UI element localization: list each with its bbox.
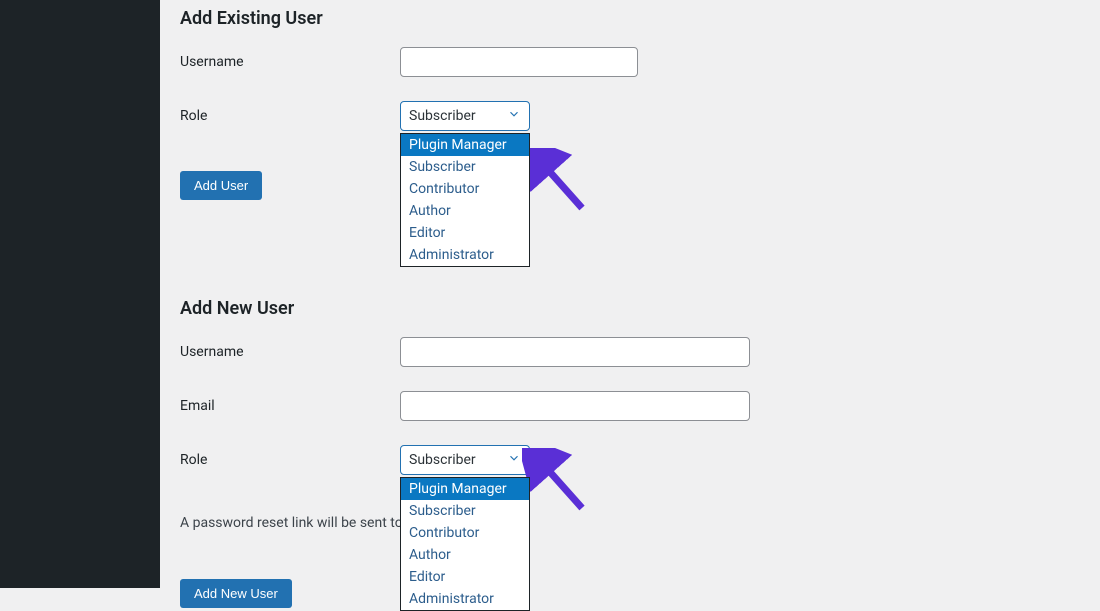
row-existing-username: Username: [180, 47, 1080, 77]
label-new-role: Role: [180, 452, 400, 468]
input-new-username[interactable]: [400, 337, 750, 367]
select-existing-role-wrap: Subscriber Plugin Manager Subscriber Con…: [400, 101, 530, 131]
label-new-email: Email: [180, 398, 400, 414]
select-new-role-wrap: Subscriber Plugin Manager Subscriber Con…: [400, 445, 530, 475]
row-new-email: Email: [180, 391, 1080, 421]
add-new-user-section: Add New User Username Email Role Subscri…: [180, 298, 1080, 608]
label-existing-username: Username: [180, 54, 400, 70]
chevron-down-icon: [507, 107, 521, 125]
password-reset-note: A password reset link will be sent to: [180, 515, 1080, 531]
row-existing-role: Role Subscriber Plugin Manager Subscribe…: [180, 101, 1080, 131]
select-new-role[interactable]: Subscriber: [400, 445, 530, 475]
dropdown-item-subscriber-2[interactable]: Subscriber: [401, 500, 529, 522]
row-new-role: Role Subscriber Plugin Manager Subscribe…: [180, 445, 1080, 475]
dropdown-item-administrator[interactable]: Administrator: [401, 244, 529, 266]
dropdown-item-editor[interactable]: Editor: [401, 222, 529, 244]
label-existing-role: Role: [180, 108, 400, 124]
add-existing-user-section: Add Existing User Username Role Subscrib…: [180, 0, 1080, 200]
section-heading-new: Add New User: [180, 298, 1080, 319]
select-new-role-value: Subscriber: [409, 452, 476, 468]
label-new-username: Username: [180, 344, 400, 360]
row-new-username: Username: [180, 337, 1080, 367]
dropdown-new-role: Plugin Manager Subscriber Contributor Au…: [400, 477, 530, 611]
add-user-button[interactable]: Add User: [180, 171, 262, 200]
input-existing-username[interactable]: [400, 47, 638, 77]
dropdown-item-administrator-2[interactable]: Administrator: [401, 588, 529, 610]
main-content: Add Existing User Username Role Subscrib…: [160, 0, 1100, 588]
select-existing-role-value: Subscriber: [409, 108, 476, 124]
dropdown-item-subscriber[interactable]: Subscriber: [401, 156, 529, 178]
dropdown-item-author[interactable]: Author: [401, 200, 529, 222]
select-existing-role[interactable]: Subscriber: [400, 101, 530, 131]
dropdown-item-author-2[interactable]: Author: [401, 544, 529, 566]
dropdown-item-plugin-manager[interactable]: Plugin Manager: [401, 134, 529, 156]
dropdown-item-plugin-manager-2[interactable]: Plugin Manager: [401, 478, 529, 500]
section-heading-existing: Add Existing User: [180, 8, 1080, 29]
row-existing-submit: Add User: [180, 171, 1080, 200]
dropdown-item-editor-2[interactable]: Editor: [401, 566, 529, 588]
dropdown-item-contributor[interactable]: Contributor: [401, 178, 529, 200]
dropdown-item-contributor-2[interactable]: Contributor: [401, 522, 529, 544]
admin-sidebar: [0, 0, 160, 588]
chevron-down-icon: [507, 451, 521, 469]
add-new-user-button[interactable]: Add New User: [180, 579, 292, 608]
dropdown-existing-role: Plugin Manager Subscriber Contributor Au…: [400, 133, 530, 267]
row-new-submit: Add New User: [180, 579, 1080, 608]
input-new-email[interactable]: [400, 391, 750, 421]
